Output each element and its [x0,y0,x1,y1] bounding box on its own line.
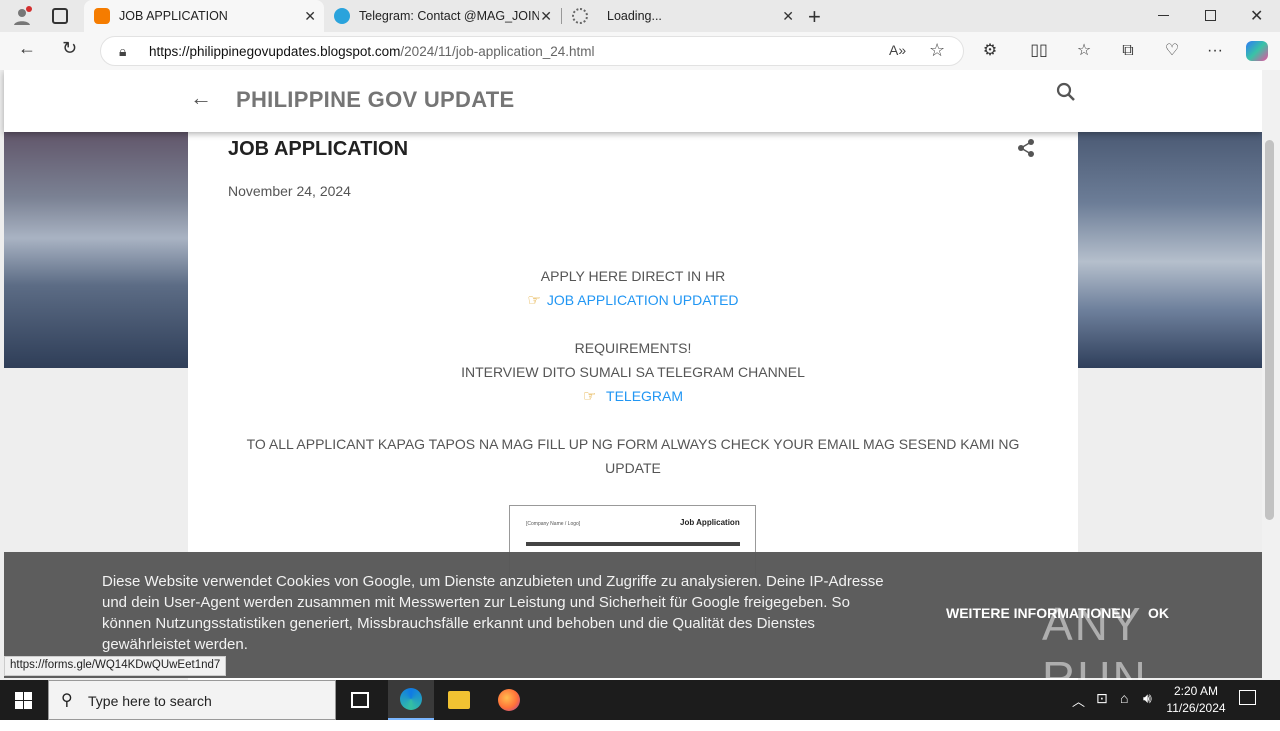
close-tab-icon[interactable]: ✕ [782,8,794,24]
copilot-icon[interactable] [1246,41,1268,61]
windows-start-icon[interactable] [15,692,32,714]
search-icon[interactable] [1056,82,1076,107]
edge-taskbar-icon[interactable] [388,680,434,720]
back-arrow-icon[interactable]: ← [190,85,212,111]
task-view-icon[interactable] [351,692,369,708]
collections-icon[interactable]: ⧉ [1118,41,1138,61]
profile-icon[interactable] [12,6,32,26]
wifi-icon[interactable]: ⌂ [1120,690,1128,730]
background-image-right [1078,132,1262,368]
refresh-icon[interactable]: ↻ [62,38,77,59]
url-field[interactable]: 🔒︎ https://philippinegovupdates.blogspot… [100,36,964,66]
telegram-favicon-icon [334,8,350,24]
notice-text: TO ALL APPLICANT KAPAG TAPOS NA MAG FILL… [246,436,1020,476]
post-title: JOB APPLICATION [228,138,409,160]
new-tab-button[interactable]: + [808,4,821,30]
network-icon[interactable]: ⊡ [1096,690,1108,730]
status-bar-url: https://forms.gle/WQ14KDwQUwEet1nd7 [4,656,227,676]
firefox-icon[interactable] [498,689,520,711]
apply-link-row: ☞ JOB APPLICATION UPDATED [228,288,1038,313]
share-icon[interactable] [1016,138,1036,163]
url-text: https://philippinegovupdates.blogspot.co… [149,44,595,59]
scrollbar-thumb[interactable] [1265,140,1274,520]
interview-line: INTERVIEW DITO SUMALI SA TELEGRAM CHANNE… [461,364,805,380]
split-screen-icon[interactable]: ▯▯ [1029,41,1049,61]
tab-title: JOB APPLICATION [119,9,228,23]
blog-title[interactable]: PHILIPPINE GOV UPDATE [236,87,515,113]
apply-line: APPLY HERE DIRECT IN HR [540,268,726,284]
tab-actions-icon[interactable] [52,8,68,24]
file-explorer-icon[interactable] [448,691,470,709]
volume-icon[interactable]: 🔊︎ [1143,690,1152,730]
cookie-text: Diese Website verwendet Cookies von Goog… [102,573,884,653]
telegram-link[interactable]: TELEGRAM [606,388,683,404]
form-image-company: [Company Name / Logo] [526,521,581,527]
background-image-left [4,132,188,368]
post-date: November 24, 2024 [228,183,351,199]
blog-header: ← PHILIPPINE GOV UPDATE [4,70,1262,132]
favorite-star-icon[interactable]: ☆ [929,40,945,61]
minimize-button[interactable] [1158,15,1169,16]
form-image-title: Job Application [680,518,740,527]
search-icon: ⚲ [61,692,73,709]
tab-title: Loading... [607,9,662,23]
pointing-hand-icon: ☞ [582,388,597,405]
read-aloud-icon[interactable]: A» [889,42,906,58]
extensions-icon[interactable]: ⚙ [980,41,1000,61]
taskbar-search-box[interactable]: ⚲ Type here to search [48,680,336,720]
blogger-favicon-icon [94,8,110,24]
page-viewport: ← PHILIPPINE GOV UPDATE JOB APPLICATION … [0,70,1262,680]
close-window-button[interactable]: ✕ [1250,6,1263,26]
clock-time: 2:20 AM [1173,684,1219,698]
menu-icon[interactable]: ··· [1205,41,1225,61]
browser-essentials-icon[interactable]: ♡ [1162,41,1182,61]
restore-button[interactable] [1205,10,1216,21]
notification-icon[interactable] [1239,690,1256,705]
pointing-hand-icon: ☞ [527,292,541,309]
address-bar: ← ↻ 🔒︎ https://philippinegovupdates.blog… [0,32,1280,70]
anyrun-watermark: ANY RUN [1042,598,1148,680]
tab-job-application[interactable]: JOB APPLICATION ✕ [84,0,324,32]
loading-spinner-icon [572,8,588,24]
back-icon[interactable]: ← [18,38,36,59]
taskbar-search-placeholder: Type here to search [88,693,212,709]
taskbar: ⚲ Type here to search ︿ ⊡ ⌂ 🔊︎ 2:20 AM 1… [0,680,1280,720]
form-image-bar [526,542,740,546]
tab-telegram[interactable]: Telegram: Contact @MAG_JOIN_ ✕ [324,0,560,32]
favorites-icon[interactable]: ☆ [1074,41,1094,61]
lock-icon: 🔒︎ [119,43,127,59]
tab-title: Telegram: Contact @MAG_JOIN_ [359,9,539,23]
requirements-line: REQUIREMENTS! [574,340,692,356]
close-tab-icon[interactable]: ✕ [540,8,552,24]
telegram-link-row: ☞ TELEGRAM [228,384,1038,409]
clock-date: 11/26/2024 [1166,701,1226,715]
tab-strip: JOB APPLICATION ✕ Telegram: Contact @MAG… [0,0,1280,32]
clock[interactable]: 2:20 AM 11/26/2024 [1166,683,1226,723]
close-tab-icon[interactable]: ✕ [304,8,316,24]
job-application-link[interactable]: JOB APPLICATION UPDATED [547,292,739,308]
tab-loading[interactable]: Loading... ✕ [562,0,802,32]
tray-chevron-icon[interactable]: ︿ [1072,691,1085,731]
